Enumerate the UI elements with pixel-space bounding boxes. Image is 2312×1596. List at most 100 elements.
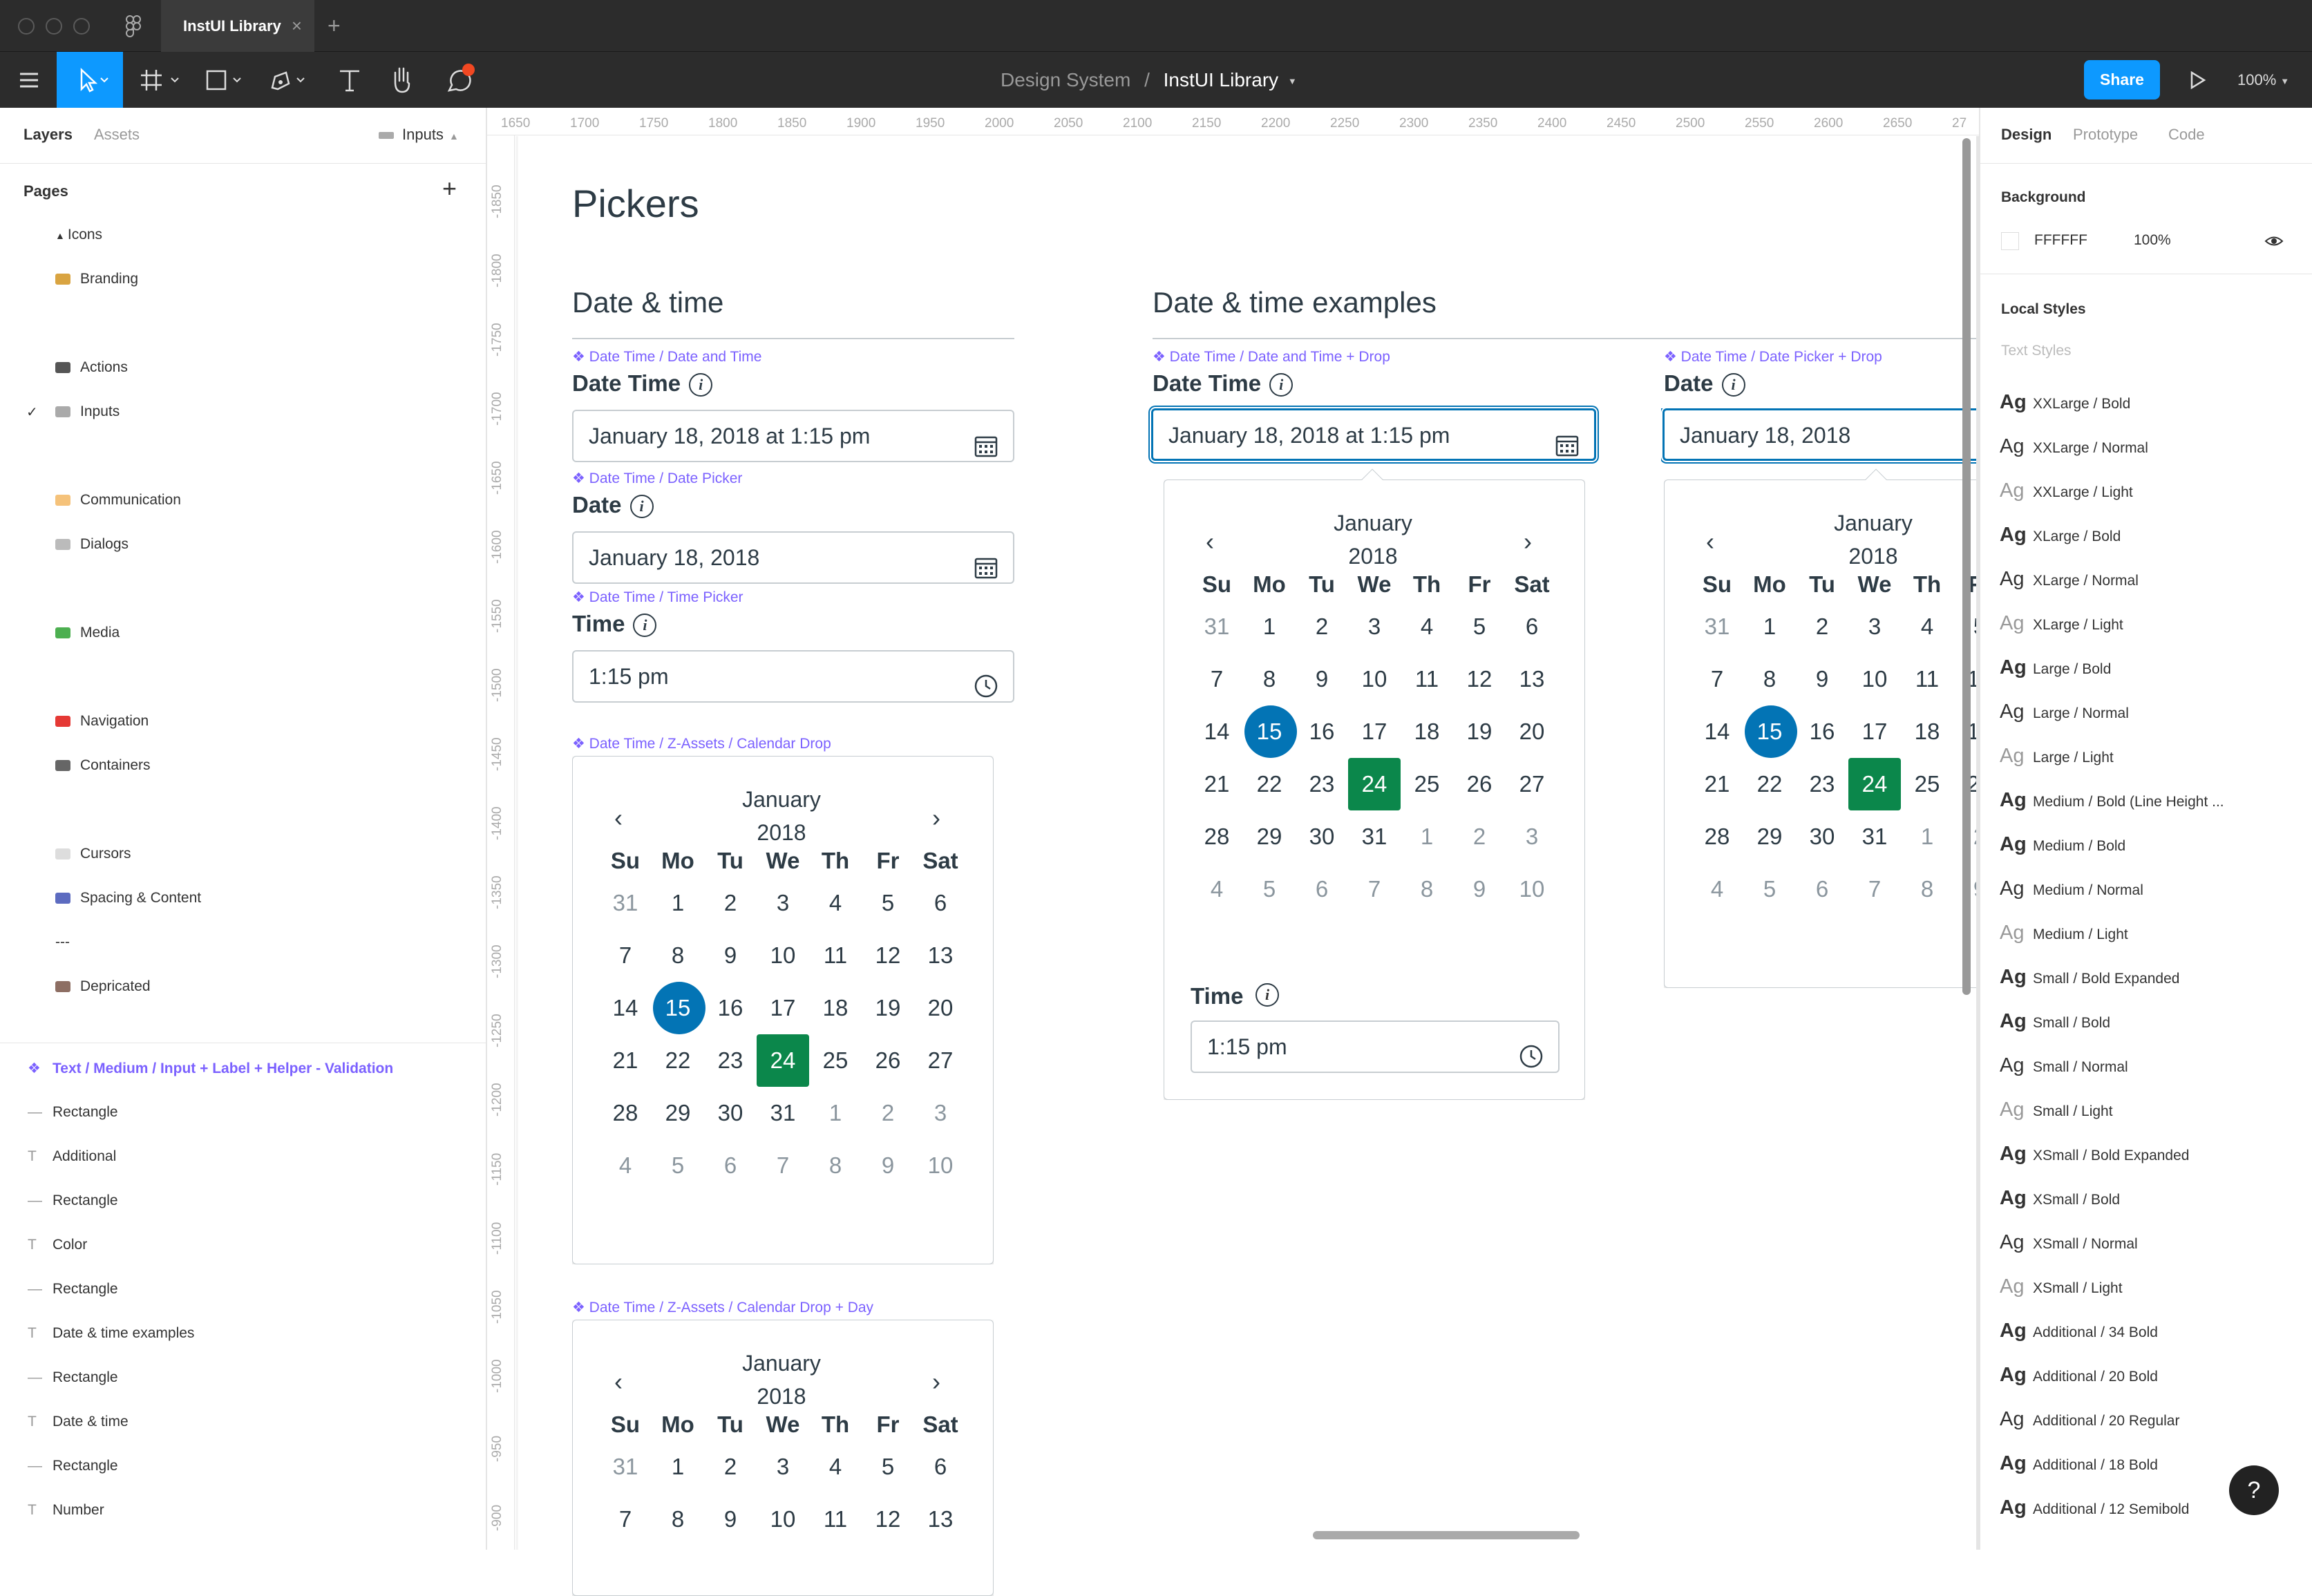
calendar-day[interactable]: 23 [1796,758,1848,810]
calendar-day[interactable]: 2 [704,877,757,929]
tab-design[interactable]: Design [2001,126,2052,144]
calendar-icon[interactable] [974,547,998,579]
calendar-day[interactable]: 8 [652,1493,704,1546]
calendar-day[interactable]: 11 [1901,653,1953,705]
layer-item[interactable]: — Rectangle [28,1193,118,1209]
calendar-day[interactable]: 13 [914,929,967,982]
figma-logo-icon[interactable] [125,15,141,37]
page-item[interactable]: Communication [55,492,181,509]
today-day[interactable]: 24 [1848,758,1901,810]
info-icon[interactable]: i [689,373,713,397]
calendar-day[interactable]: 27 [914,1034,967,1087]
calendar-day[interactable]: 29 [652,1087,704,1139]
calendar-day[interactable]: 19 [1453,705,1506,758]
calendar-day[interactable]: 17 [1348,705,1401,758]
shape-tool-icon[interactable] [202,52,250,108]
datetime-input[interactable]: January 18, 2018 at 1:15 pm [572,410,1014,462]
calendar-day[interactable]: 31 [599,1441,652,1493]
pen-tool-icon[interactable] [265,52,314,108]
file-tab[interactable]: InstUI Library × [161,0,314,52]
calendar-day[interactable]: 31 [1191,600,1243,653]
calendar-day[interactable]: 30 [1296,810,1348,863]
calendar-day[interactable]: 28 [599,1087,652,1139]
zoom-dropdown[interactable]: 100% ▼ [2237,52,2289,108]
calendar-day[interactable]: 3 [1348,600,1401,653]
calendar-day[interactable]: 3 [1506,810,1558,863]
calendar-day[interactable]: 7 [599,929,652,982]
date-input[interactable]: January 18, 2018 [572,531,1014,584]
calendar-day[interactable]: 14 [1691,705,1743,758]
page-item[interactable]: ▲ Icons [55,227,102,243]
tab-code[interactable]: Code [2168,126,2205,144]
chevron-left-icon[interactable]: ‹ [1206,527,1214,556]
minimize-window-button[interactable] [46,18,62,35]
calendar-day[interactable]: 4 [1191,863,1243,915]
text-style-item[interactable]: Ag Additional / 20 Regular [2000,1408,2179,1431]
text-style-item[interactable]: Ag Additional / 18 Bold [2000,1452,2158,1475]
text-tool-icon[interactable] [336,52,363,108]
info-icon[interactable]: i [629,495,654,518]
calendar-day[interactable]: 21 [1691,758,1743,810]
calendar-day[interactable]: 2 [1296,600,1348,653]
calendar-day[interactable]: 29 [1243,810,1296,863]
page-item[interactable]: Spacing & Content [55,890,201,906]
text-style-item[interactable]: Ag Medium / Normal [2000,877,2143,900]
calendar-day[interactable]: 8 [809,1139,862,1192]
chevron-left-icon[interactable]: ‹ [614,1367,623,1396]
calendar-day[interactable]: 10 [914,1139,967,1192]
calendar-day[interactable]: 14 [599,982,652,1034]
clock-icon[interactable] [974,665,998,698]
selected-day[interactable]: 15 [652,982,705,1034]
calendar-day[interactable]: 1 [1901,810,1953,863]
calendar-day[interactable]: 18 [1901,705,1953,758]
calendar-day[interactable]: 1 [1243,600,1296,653]
calendar-drop-day[interactable]: ‹ › January 2018 Su Mo Tu We Th Fr Sat 31 1 2 3 4 5 6 7 8 9 1… [572,1320,994,1596]
calendar-day[interactable]: 2 [1796,600,1848,653]
calendar-day[interactable]: 7 [757,1139,809,1192]
background-swatch[interactable] [2001,232,2019,250]
layer-item[interactable]: — Rectangle [28,1369,118,1386]
info-icon[interactable]: i [633,614,657,637]
layer-item[interactable]: — Rectangle [28,1281,118,1298]
text-style-item[interactable]: Ag XXLarge / Bold [2000,391,2130,414]
chevron-left-icon[interactable]: ‹ [614,804,623,833]
layer-item[interactable]: T Color [28,1237,87,1253]
calendar-day[interactable]: 6 [1296,863,1348,915]
layer-item[interactable]: T Additional [28,1148,116,1165]
text-style-item[interactable]: Ag Large / Light [2000,745,2114,768]
layer-item[interactable]: T Date & time [28,1414,129,1430]
calendar-day[interactable]: 6 [1796,863,1848,915]
page-item[interactable]: Dialogs [55,536,129,553]
calendar-day[interactable]: 8 [1401,863,1453,915]
page-item[interactable]: Cursors [55,846,131,862]
calendar-day[interactable]: 26 [862,1034,914,1087]
background-opacity[interactable]: 100% [2134,232,2171,249]
eye-icon[interactable] [2264,232,2284,250]
chevron-left-icon[interactable]: ‹ [1706,527,1714,556]
calendar-day[interactable]: 20 [1506,705,1558,758]
layer-item[interactable]: — Rectangle [28,1458,118,1474]
text-style-item[interactable]: Ag Medium / Bold (Line Height ... [2000,789,2224,812]
calendar-day[interactable]: 17 [757,982,809,1034]
vertical-scrollbar[interactable] [1962,138,1971,995]
calendar-day[interactable]: 5 [1743,863,1796,915]
calendar-day[interactable]: 7 [1348,863,1401,915]
breadcrumb-file[interactable]: InstUI Library [1164,69,1279,91]
calendar-day[interactable]: 3 [757,1441,809,1493]
close-window-button[interactable] [18,18,35,35]
calendar-icon[interactable] [1555,424,1579,457]
calendar-day[interactable]: 8 [1901,863,1953,915]
calendar-day[interactable]: 12 [862,1493,914,1546]
calendar-day[interactable]: 18 [809,982,862,1034]
page-item[interactable]: Branding [55,271,138,287]
tab-assets[interactable]: Assets [94,126,140,144]
text-style-item[interactable]: Ag XLarge / Bold [2000,524,2121,547]
calendar-day[interactable]: 4 [1401,600,1453,653]
calendar-day[interactable]: 18 [1401,705,1453,758]
text-style-item[interactable]: Ag XSmall / Bold [2000,1187,2120,1210]
page-item[interactable]: Navigation [55,713,149,730]
datetime-input-focused[interactable]: January 18, 2018 at 1:15 pm [1151,408,1596,461]
selected-day[interactable]: 15 [1743,705,1797,758]
calendar-day[interactable]: 13 [1506,653,1558,705]
calendar-day[interactable]: 28 [1191,810,1243,863]
